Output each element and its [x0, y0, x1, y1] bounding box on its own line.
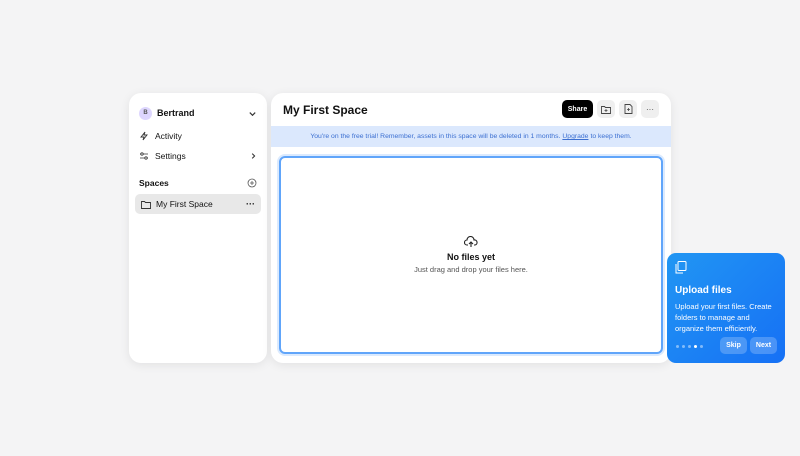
- file-plus-icon: [624, 104, 632, 114]
- sidebar-item-label: Activity: [155, 131, 182, 141]
- more-options-button[interactable]: ···: [641, 100, 659, 118]
- avatar: B: [139, 106, 152, 120]
- skip-button[interactable]: Skip: [720, 337, 747, 354]
- cloud-upload-icon: [464, 236, 478, 247]
- step-dot: [682, 345, 685, 348]
- space-item[interactable]: My First Space ···: [135, 194, 261, 214]
- onboarding-tooltip: Upload files Upload your first files. Cr…: [667, 253, 785, 363]
- folder-plus-icon: [601, 105, 611, 114]
- chevron-right-icon: [251, 153, 256, 159]
- chevron-down-icon: [249, 111, 256, 116]
- banner-text: You're on the free trial! Remember, asse…: [310, 133, 561, 140]
- add-space-icon[interactable]: [247, 178, 257, 188]
- step-dot: [700, 345, 703, 348]
- sidebar: B Bertrand Activity Settings Spaces My F…: [129, 93, 267, 363]
- step-indicator: [676, 345, 703, 348]
- user-name: Bertrand: [157, 108, 195, 118]
- tooltip-title: Upload files: [675, 285, 732, 296]
- step-dot: [694, 345, 697, 348]
- tooltip-description: Upload your first files. Create folders …: [675, 302, 772, 333]
- spaces-heading: Spaces: [139, 178, 169, 188]
- upgrade-link[interactable]: Upgrade: [562, 133, 588, 140]
- upload-file-button[interactable]: [619, 100, 637, 118]
- next-button[interactable]: Next: [750, 337, 777, 354]
- sidebar-item-settings[interactable]: Settings: [139, 147, 257, 165]
- step-dot: [676, 345, 679, 348]
- empty-subtitle: Just drag and drop your files here.: [414, 265, 528, 274]
- copy-files-icon: [675, 261, 687, 274]
- user-menu[interactable]: B Bertrand: [139, 103, 257, 123]
- lightning-icon: [140, 131, 148, 141]
- space-label: My First Space: [156, 199, 213, 209]
- more-icon[interactable]: ···: [246, 199, 255, 209]
- share-button[interactable]: Share: [562, 100, 593, 118]
- sidebar-item-label: Settings: [155, 151, 186, 161]
- new-folder-button[interactable]: [597, 100, 615, 118]
- sliders-icon: [140, 152, 148, 160]
- page-title: My First Space: [283, 103, 368, 117]
- step-dot: [688, 345, 691, 348]
- file-drop-zone[interactable]: No files yet Just drag and drop your fil…: [279, 156, 663, 354]
- folder-icon: [141, 200, 151, 209]
- sidebar-item-activity[interactable]: Activity: [139, 127, 257, 145]
- banner-text-end: to keep them.: [590, 133, 632, 140]
- empty-title: No files yet: [446, 252, 495, 262]
- space-panel: My First Space Share ··· You're on the f…: [271, 93, 671, 363]
- trial-banner: You're on the free trial! Remember, asse…: [271, 126, 671, 147]
